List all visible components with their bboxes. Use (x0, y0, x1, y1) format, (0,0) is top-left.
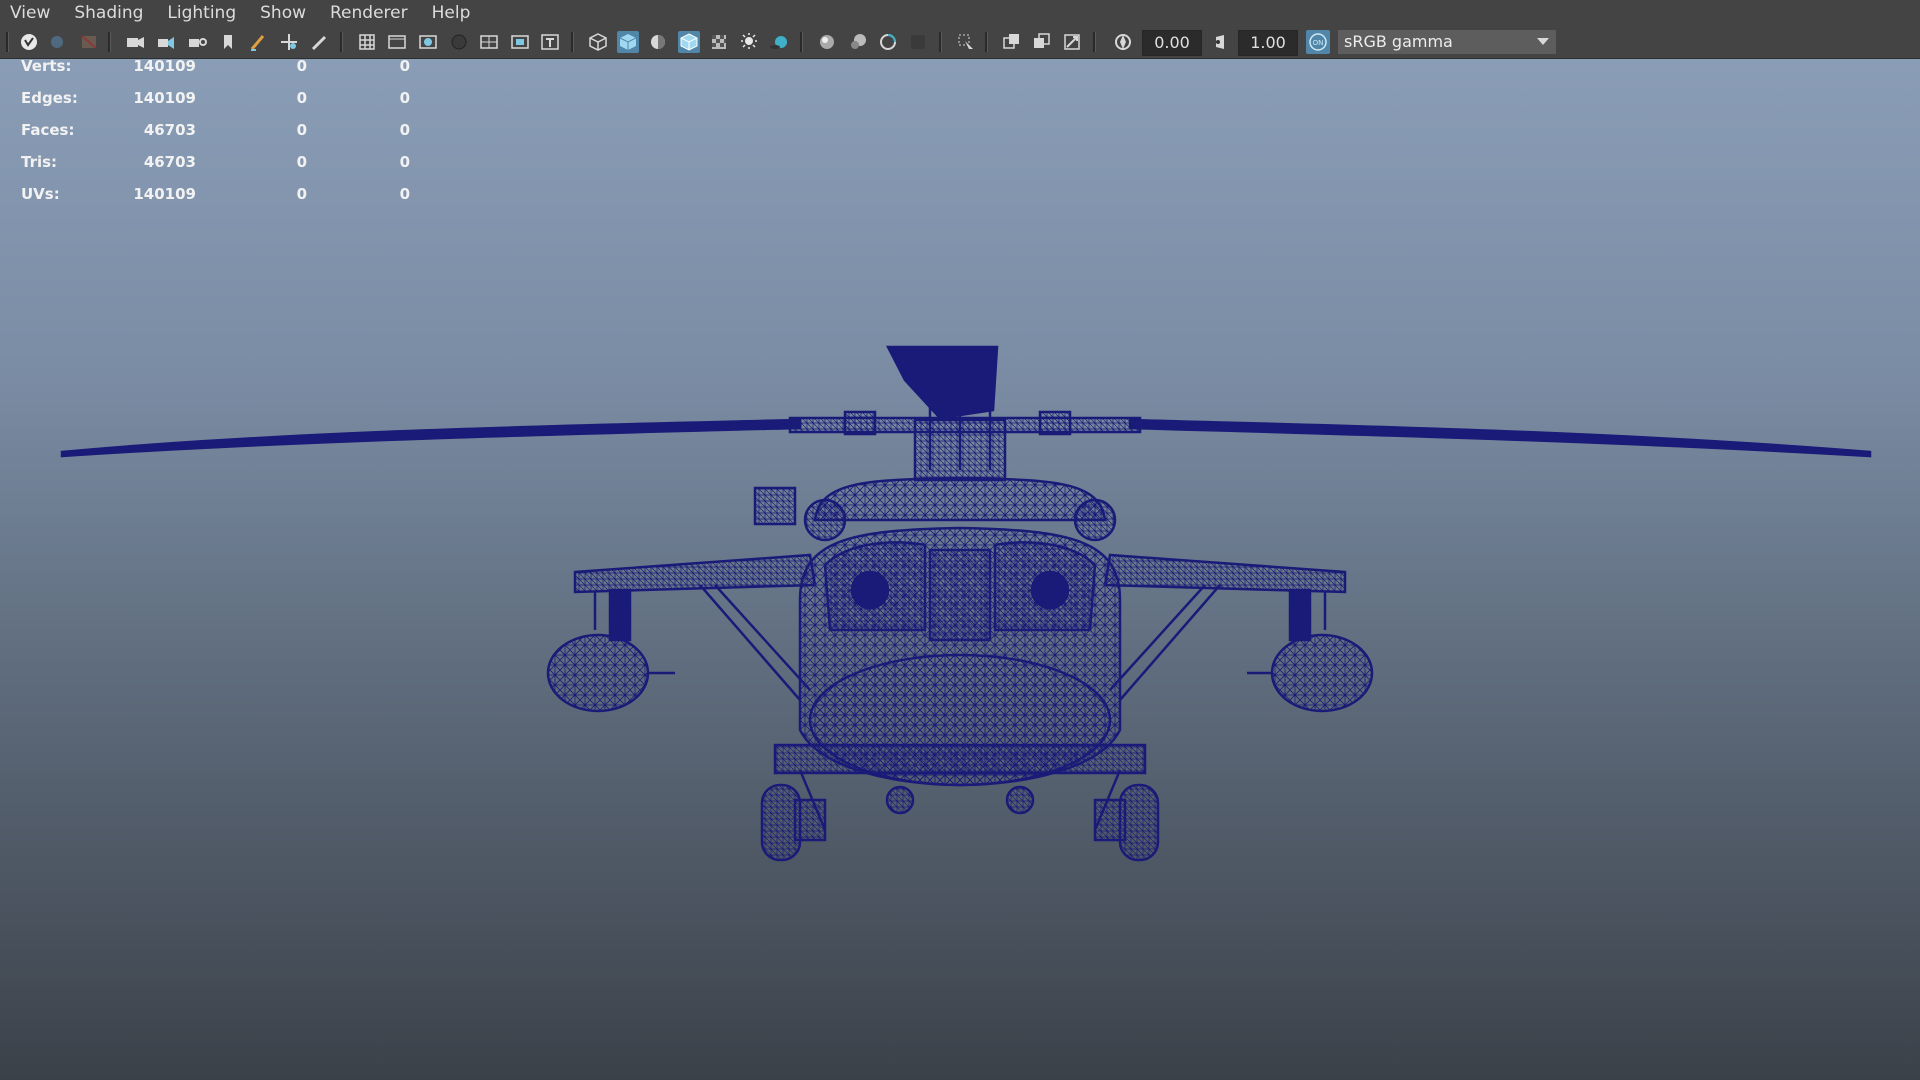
menu-show[interactable]: Show (248, 0, 318, 26)
exposure-field[interactable]: 0.00 (1142, 30, 1202, 56)
helicopter-wireframe-model[interactable] (0, 59, 1920, 1080)
safe-title-icon[interactable] (539, 31, 561, 53)
toolbar-divider (571, 32, 574, 52)
toolbar-divider (939, 32, 942, 52)
toolbar-divider (1093, 32, 1096, 52)
2d-pan-icon[interactable] (278, 31, 300, 53)
xray-joints-icon[interactable] (1061, 31, 1083, 53)
menu-lighting[interactable]: Lighting (155, 0, 248, 26)
color-management-badge: ON (1313, 39, 1324, 47)
default-material-icon[interactable] (647, 31, 669, 53)
motion-blur-icon[interactable] (847, 31, 869, 53)
anti-aliasing-icon[interactable] (877, 31, 899, 53)
grease-pencil-icon[interactable] (247, 31, 269, 53)
exposure-icon[interactable] (1112, 31, 1134, 53)
field-chart-icon[interactable] (478, 31, 500, 53)
bookmark-icon[interactable] (217, 31, 239, 53)
gate-mask-icon[interactable] (448, 31, 470, 53)
film-gate-icon[interactable] (386, 31, 408, 53)
color-management-icon[interactable]: ON (1306, 30, 1330, 54)
depth-of-field-icon[interactable] (907, 31, 929, 53)
toolbar-divider (108, 32, 111, 52)
menu-bar: View Shading Lighting Show Renderer Help (0, 0, 1920, 26)
pencil-icon[interactable] (308, 31, 330, 53)
menu-renderer[interactable]: Renderer (318, 0, 420, 26)
smooth-shade-icon[interactable] (617, 31, 639, 53)
select-camera-icon[interactable] (18, 31, 40, 53)
xray-active-components-icon[interactable] (1031, 31, 1053, 53)
use-all-lights-icon[interactable] (738, 31, 760, 53)
xray-icon[interactable] (1001, 31, 1023, 53)
menu-help[interactable]: Help (420, 0, 483, 26)
panel-toolbar: 0.00 1.00 ON sRGB gamma (0, 26, 1920, 59)
2d-pan-zoom-icon[interactable] (186, 31, 208, 53)
isolate-select-icon[interactable] (955, 31, 977, 53)
textured-icon[interactable] (708, 31, 730, 53)
grid-icon[interactable] (356, 31, 378, 53)
wireframe-on-shaded-icon[interactable] (678, 31, 700, 53)
wireframe-icon[interactable] (587, 31, 609, 53)
resolution-gate-icon[interactable] (417, 31, 439, 53)
menu-view[interactable]: View (0, 0, 62, 26)
viewport[interactable]: Verts: 140109 0 0 Edges: 140109 0 0 Face… (0, 59, 1920, 1080)
toolbar-divider (340, 32, 343, 52)
safe-action-icon[interactable] (509, 31, 531, 53)
gamma-field[interactable]: 1.00 (1238, 30, 1298, 56)
menu-shading[interactable]: Shading (62, 0, 155, 26)
image-plane-icon[interactable] (155, 31, 177, 53)
camera-view-icon[interactable] (124, 31, 146, 53)
screen-space-ao-icon[interactable] (816, 31, 838, 53)
lock-camera-icon[interactable] (46, 31, 68, 53)
chevron-down-icon[interactable] (1530, 30, 1556, 54)
shadows-icon[interactable] (768, 31, 790, 53)
gamma-icon[interactable] (1210, 31, 1232, 53)
color-space-dropdown[interactable]: sRGB gamma (1338, 30, 1556, 54)
toolbar-divider (800, 32, 803, 52)
camera-attributes-icon[interactable] (78, 31, 100, 53)
toolbar-divider (6, 32, 9, 52)
toolbar-divider (985, 32, 988, 52)
